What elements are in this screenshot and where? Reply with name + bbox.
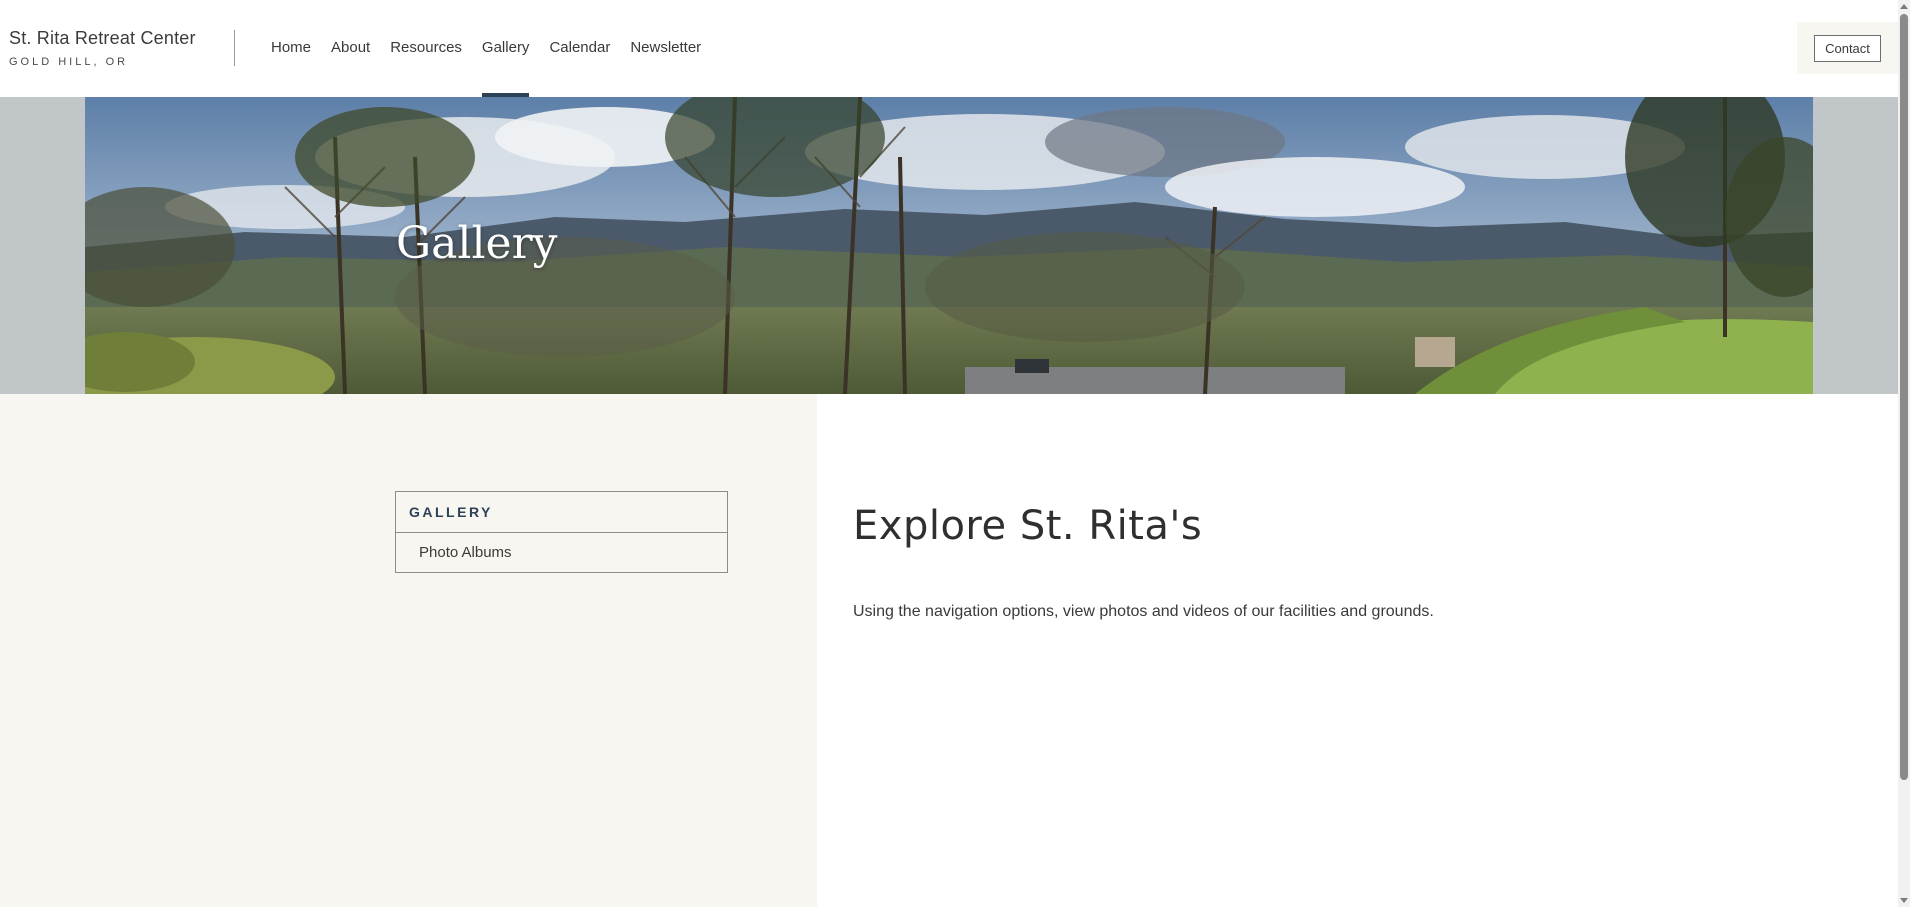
scroll-down-icon[interactable]	[1900, 898, 1908, 903]
site-header: St. Rita Retreat Center GOLD HILL, OR Ho…	[0, 0, 1898, 97]
nav-item-calendar[interactable]: Calendar	[549, 0, 610, 97]
nav-item-resources[interactable]: Resources	[390, 0, 462, 97]
brand-name[interactable]: St. Rita Retreat Center	[9, 28, 196, 49]
page-title: Explore St. Rita's	[853, 503, 1203, 549]
subnav-heading[interactable]: GALLERY	[396, 492, 727, 533]
nav-item-home[interactable]: Home	[271, 0, 311, 97]
page-description: Using the navigation options, view photo…	[853, 603, 1434, 620]
hero-landscape-photo	[85, 97, 1813, 394]
site-brand[interactable]: St. Rita Retreat Center GOLD HILL, OR	[9, 28, 196, 68]
subnav-item-photo-albums[interactable]: Photo Albums	[396, 533, 727, 572]
contact-container: Contact	[1797, 22, 1898, 74]
page-scrollbar[interactable]	[1898, 0, 1910, 907]
nav-item-gallery[interactable]: Gallery	[481, 0, 529, 97]
gallery-subnav: GALLERY Photo Albums	[395, 491, 728, 573]
brand-divider	[234, 30, 235, 66]
contact-button[interactable]: Contact	[1814, 34, 1881, 62]
sidebar-column	[0, 394, 817, 907]
hero-title: Gallery	[396, 218, 558, 269]
scroll-thumb[interactable]	[1900, 14, 1908, 780]
nav-item-newsletter[interactable]: Newsletter	[630, 0, 701, 97]
nav-item-about[interactable]: About	[331, 0, 370, 97]
scroll-up-icon[interactable]	[1900, 4, 1908, 9]
main-column	[817, 394, 1898, 907]
main-nav: Home About Resources Gallery Calendar Ne…	[271, 0, 721, 97]
brand-location: GOLD HILL, OR	[9, 56, 129, 68]
